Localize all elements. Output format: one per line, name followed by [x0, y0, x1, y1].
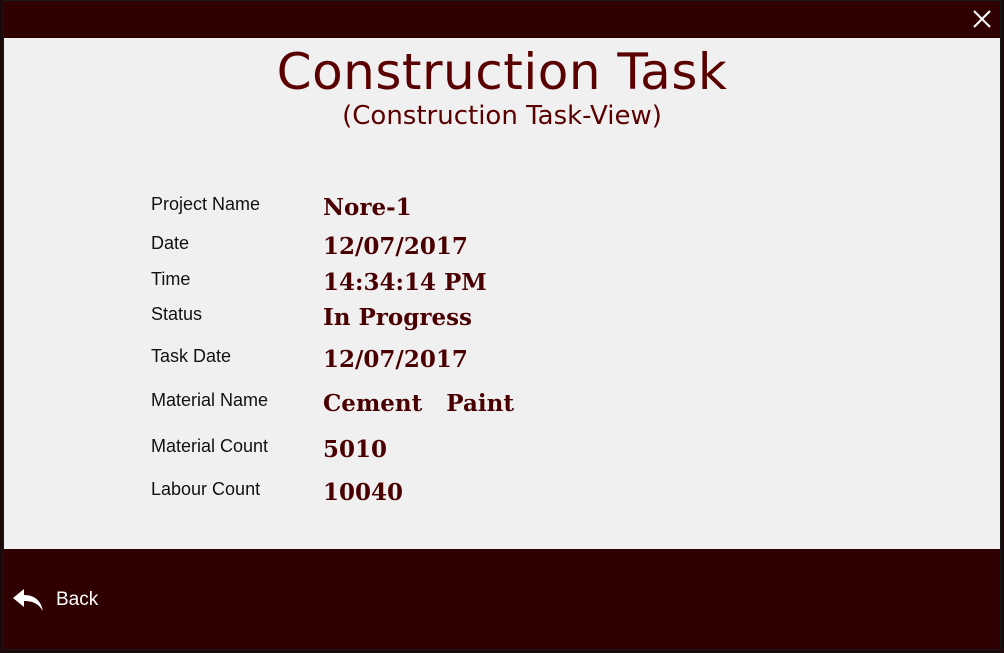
- close-button[interactable]: [970, 7, 994, 31]
- project-name-label: Project Name: [151, 194, 261, 214]
- date-value: 12/07/2017: [323, 233, 468, 260]
- labour-count-label: Labour Count: [151, 479, 261, 499]
- reply-arrow-icon: [13, 589, 43, 611]
- title-bar: [4, 1, 1000, 38]
- back-button[interactable]: Back: [12, 585, 98, 615]
- close-icon: [973, 10, 991, 28]
- material-name-value: Cement Paint: [323, 390, 514, 417]
- labour-count-value: 10040: [323, 479, 404, 506]
- back-label: Back: [56, 589, 99, 610]
- material-count-value: 5010: [323, 436, 388, 463]
- status-value: In Progress: [323, 304, 472, 331]
- page-title: Construction Task: [276, 43, 728, 101]
- task-date-label: Task Date: [151, 346, 232, 366]
- status-label: Status: [151, 304, 203, 324]
- material-count-label: Material Count: [151, 436, 269, 456]
- time-label: Time: [151, 269, 191, 289]
- time-value: 14:34:14 PM: [323, 269, 487, 296]
- footer-bar: Back: [4, 549, 1000, 649]
- date-label: Date: [151, 233, 190, 253]
- project-name-value: Nore-1: [323, 194, 412, 221]
- task-date-value: 12/07/2017: [323, 346, 468, 373]
- material-name-label: Material Name: [151, 390, 269, 410]
- task-view-window: Construction Task (Construction Task-Vie…: [3, 0, 1001, 650]
- page-subtitle: (Construction Task-View): [342, 101, 662, 131]
